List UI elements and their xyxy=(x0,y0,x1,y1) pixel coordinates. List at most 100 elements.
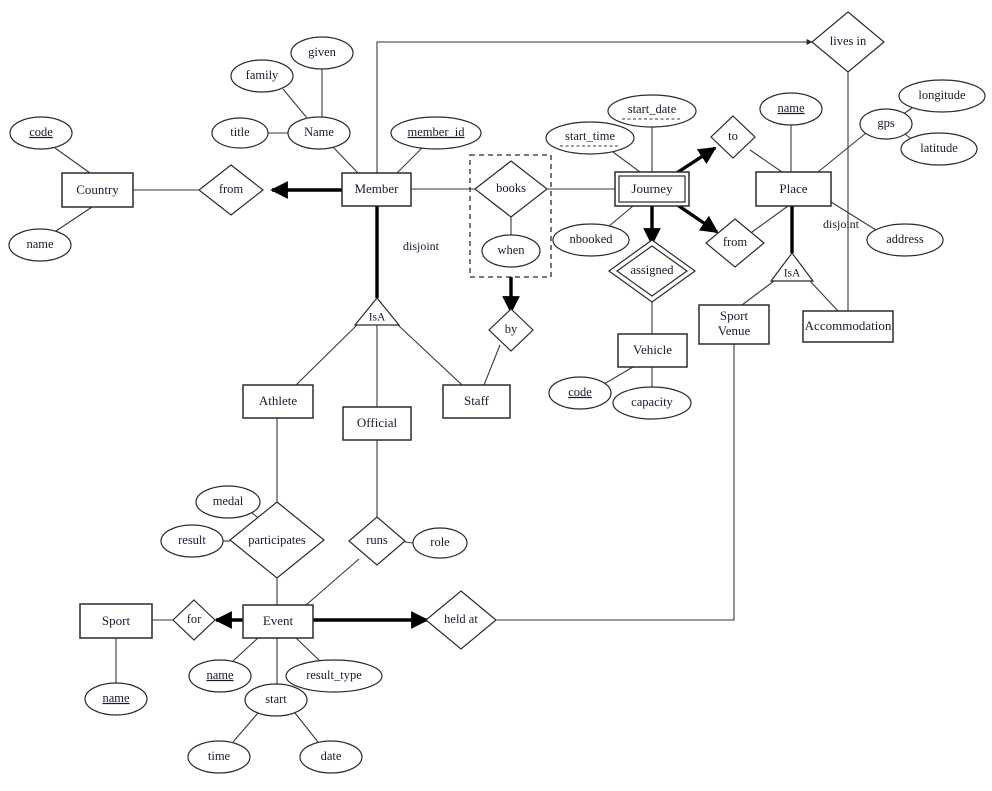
isa-label-place: IsA xyxy=(784,268,801,280)
isa-member[interactable]: IsA xyxy=(353,297,401,326)
attribute-sport-name[interactable]: name xyxy=(84,682,148,716)
attribute-runs-role[interactable]: role xyxy=(412,527,468,559)
attribute-member-title[interactable]: title xyxy=(211,117,269,149)
entity-sport[interactable]: Sport xyxy=(79,603,153,639)
annotation-member-disjoint: disjoint xyxy=(403,239,440,253)
attribute-start-date[interactable]: date xyxy=(299,740,363,774)
entity-label-sport-venue: Sport Venue xyxy=(718,308,751,338)
attribute-name-given[interactable]: given xyxy=(290,36,354,70)
attribute-journey-start-date[interactable]: start_date xyxy=(607,94,697,128)
relationship-lives-in[interactable]: lives in xyxy=(811,11,885,73)
edge-name-family xyxy=(282,88,308,119)
entity-athlete[interactable]: Athlete xyxy=(242,384,314,419)
attribute-vehicle-code[interactable]: code xyxy=(548,376,612,410)
er-diagram-svg: Country Member Journey Place Sport Venue … xyxy=(8,11,986,774)
entity-place[interactable]: Place xyxy=(755,171,832,207)
edge-member-name xyxy=(332,146,359,174)
attribute-label-member-title: title xyxy=(230,125,250,139)
relationship-for[interactable]: for xyxy=(172,599,216,641)
relationship-label-for: for xyxy=(187,612,202,626)
attribute-label-vehicle-code: code xyxy=(568,385,592,399)
attribute-label-place-name: name xyxy=(777,101,805,115)
edge-placeisa-sportvenue xyxy=(741,280,775,306)
edge-journey-starttime xyxy=(612,151,641,173)
attribute-name-family[interactable]: family xyxy=(230,59,294,93)
attribute-books-when[interactable]: when xyxy=(481,234,541,268)
entity-event[interactable]: Event xyxy=(242,604,314,639)
attribute-label-place-gps: gps xyxy=(877,116,895,130)
attribute-member-id[interactable]: member_id xyxy=(390,116,482,150)
entity-label-accommodation: Accommodation xyxy=(805,318,892,333)
attribute-label-books-when: when xyxy=(497,243,525,257)
entity-label-staff: Staff xyxy=(464,393,490,408)
attribute-event-start[interactable]: start xyxy=(244,683,308,717)
attribute-label-event-name: name xyxy=(206,668,234,682)
attribute-event-name[interactable]: name xyxy=(188,659,252,693)
attribute-label-participates-result: result xyxy=(178,533,206,547)
edge-to-place xyxy=(749,149,783,173)
entity-official[interactable]: Official xyxy=(342,406,412,441)
entity-label-country: Country xyxy=(76,182,119,197)
attribute-event-result-type[interactable]: result_type xyxy=(285,659,383,693)
annotation-place-disjoint: disjoint xyxy=(823,217,860,231)
edge-start-date xyxy=(294,712,319,743)
attribute-participates-result[interactable]: result xyxy=(160,524,224,558)
entity-label-journey: Journey xyxy=(631,181,673,196)
isa-place[interactable]: IsA xyxy=(769,252,815,282)
entity-staff[interactable]: Staff xyxy=(442,384,511,419)
relationship-books[interactable]: books xyxy=(474,160,548,218)
entity-sport-venue[interactable]: Sport Venue xyxy=(698,304,770,345)
attribute-label-event-start: start xyxy=(265,692,287,706)
edge-isa-athlete xyxy=(295,324,358,386)
entity-member[interactable]: Member xyxy=(341,172,412,207)
relationship-by[interactable]: by xyxy=(488,308,534,352)
relationship-held-at[interactable]: held at xyxy=(425,590,497,650)
entity-label-place: Place xyxy=(779,181,807,196)
attribute-label-vehicle-capacity: capacity xyxy=(631,395,673,409)
relationship-from-country[interactable]: from xyxy=(198,164,264,216)
edge-runs-event xyxy=(305,558,360,606)
attribute-place-address[interactable]: address xyxy=(866,223,944,257)
attribute-member-name[interactable]: Name xyxy=(287,116,351,150)
attribute-label-participates-medal: medal xyxy=(213,494,244,508)
edge-vehicle-code xyxy=(603,366,634,385)
attribute-place-name[interactable]: name xyxy=(759,92,823,126)
entity-country[interactable]: Country xyxy=(61,172,134,208)
attribute-label-runs-role: role xyxy=(430,535,450,549)
relationship-label-to: to xyxy=(728,129,738,143)
attribute-gps-latitude[interactable]: latitude xyxy=(900,132,978,166)
attribute-journey-start-time[interactable]: start_time xyxy=(545,121,635,155)
relationship-label-held-at: held at xyxy=(444,612,478,626)
relationship-label-runs: runs xyxy=(366,533,388,547)
relationship-label-from-country: from xyxy=(219,182,244,196)
attribute-label-place-address: address xyxy=(886,232,924,246)
attribute-start-time[interactable]: time xyxy=(187,740,251,774)
entity-accommodation[interactable]: Accommodation xyxy=(802,310,894,343)
attribute-label-gps-longitude: longitude xyxy=(918,88,966,102)
edge-runs-role xyxy=(404,541,414,544)
entity-label-event: Event xyxy=(263,613,294,628)
relationship-to[interactable]: to xyxy=(710,115,756,159)
attribute-label-journey-start-time: start_time xyxy=(565,129,615,143)
attribute-label-country-code: code xyxy=(29,125,53,139)
relationship-runs[interactable]: runs xyxy=(348,516,406,566)
entity-label-sport: Sport xyxy=(102,613,131,628)
attribute-label-member-name: Name xyxy=(304,125,334,139)
edge-place-gps xyxy=(817,132,867,173)
attribute-country-name[interactable]: name xyxy=(8,228,72,262)
edge-heldat-sportvenue xyxy=(496,344,735,621)
entity-journey[interactable]: Journey xyxy=(614,171,690,207)
attribute-country-code[interactable]: code xyxy=(9,116,73,150)
attribute-place-gps[interactable]: gps xyxy=(859,108,913,140)
relationship-from-journey[interactable]: from xyxy=(705,218,765,268)
entity-vehicle[interactable]: Vehicle xyxy=(617,333,688,368)
attribute-gps-longitude[interactable]: longitude xyxy=(898,79,986,113)
attribute-participates-medal[interactable]: medal xyxy=(195,485,261,519)
attribute-label-name-family: family xyxy=(246,68,279,82)
edge-journey-nbooked xyxy=(607,205,634,228)
attribute-journey-nbooked[interactable]: nbooked xyxy=(552,223,630,257)
isa-label-member: IsA xyxy=(369,312,386,324)
edge-isa-staff xyxy=(397,324,463,386)
attribute-vehicle-capacity[interactable]: capacity xyxy=(612,386,692,420)
edge-from-place xyxy=(751,205,789,233)
